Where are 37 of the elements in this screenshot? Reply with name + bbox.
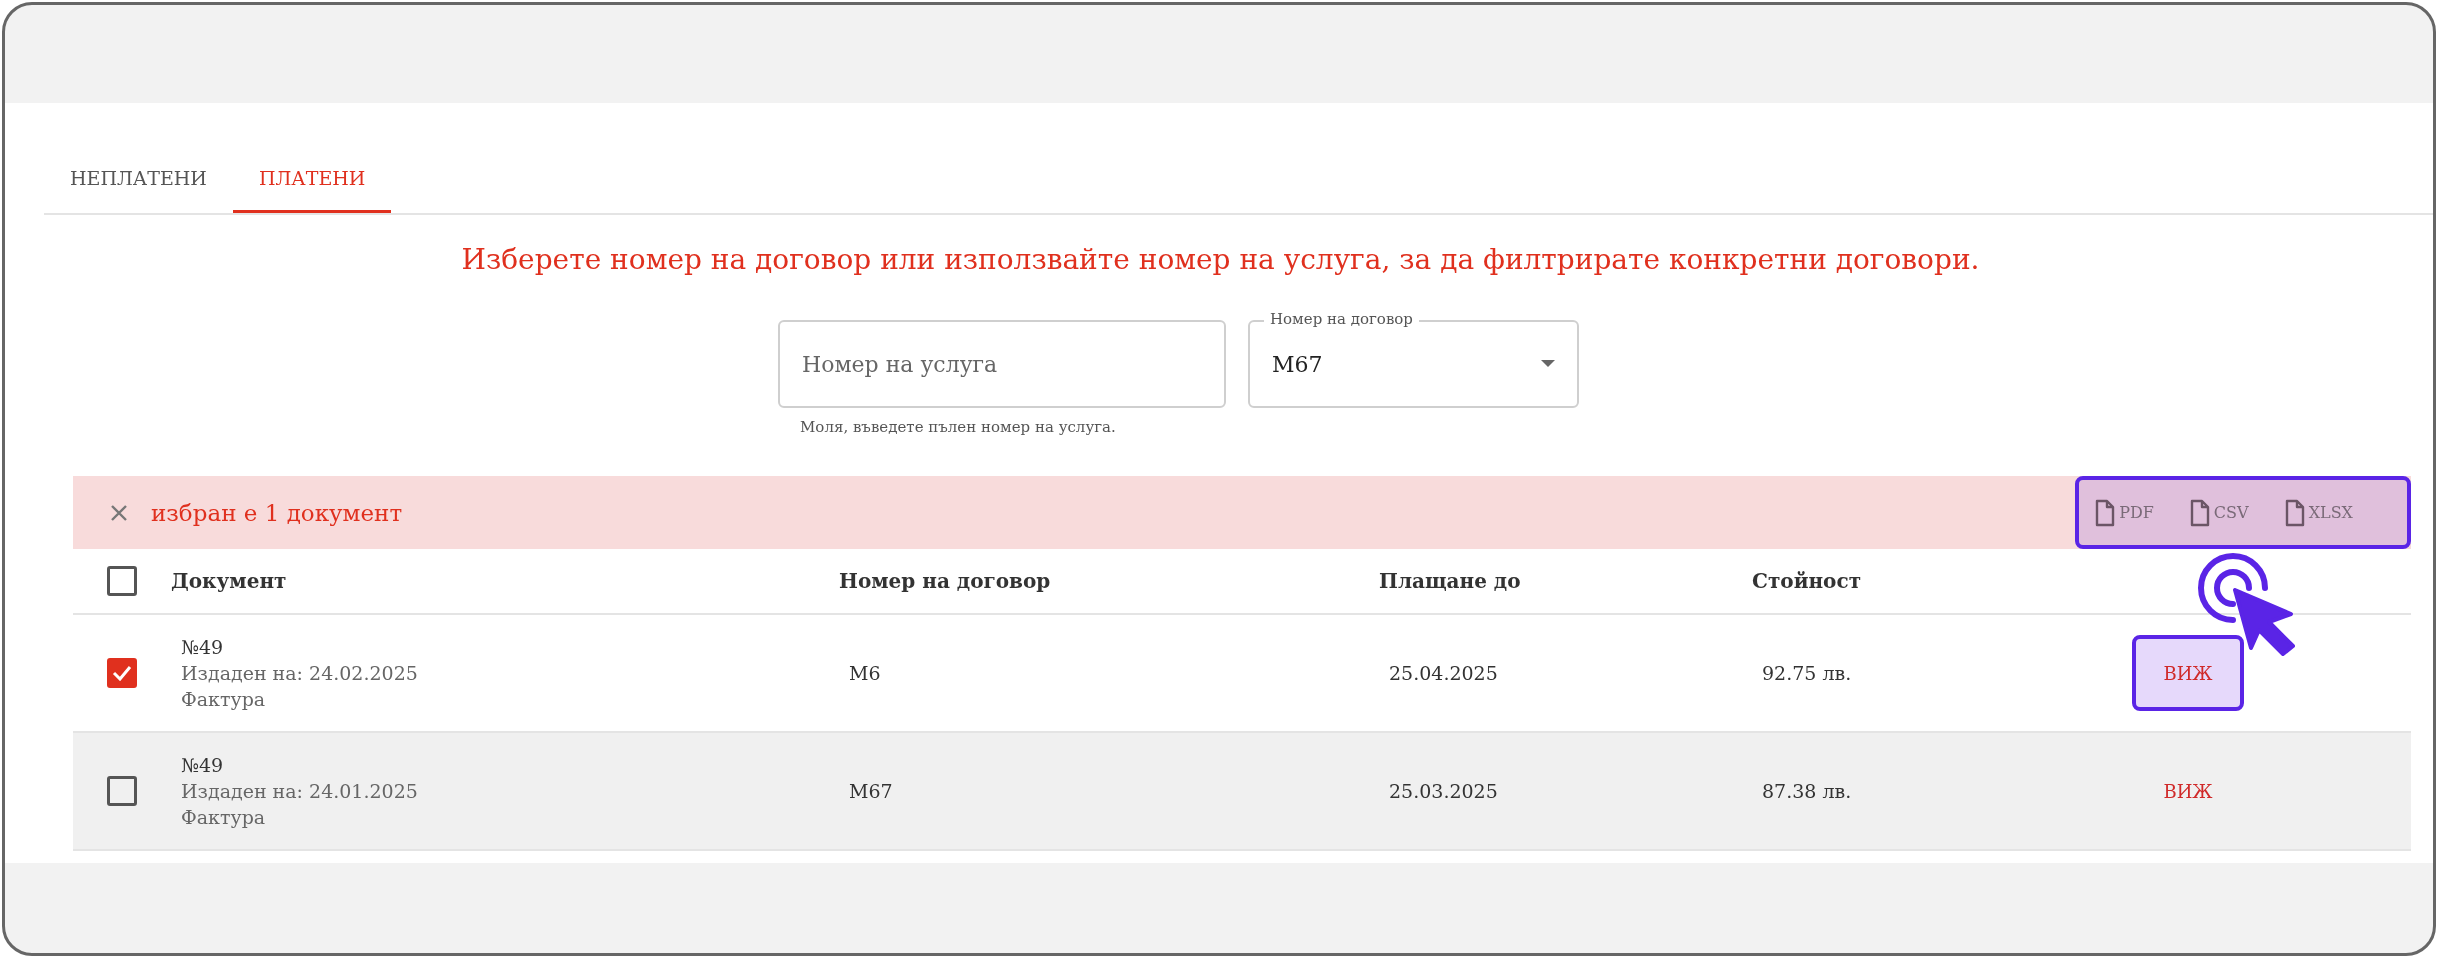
table-cell: М67 bbox=[849, 780, 893, 802]
table-cell: 92.75 лв. bbox=[1762, 662, 1852, 684]
selected-value: М67 bbox=[1272, 351, 1324, 377]
view-button[interactable]: ВИЖ bbox=[2132, 635, 2244, 711]
tab[interactable]: ПЛАТЕНИ bbox=[232, 145, 392, 213]
column-header: Номер на договор bbox=[839, 569, 1052, 593]
table-cell: М6 bbox=[849, 662, 881, 684]
table-cell: 25.03.2025 bbox=[1389, 780, 1498, 802]
view-button[interactable]: ВИЖ bbox=[2132, 753, 2244, 829]
column-header: Плащане до bbox=[1379, 569, 1522, 593]
tab[interactable]: НЕПЛАТЕНИ bbox=[44, 145, 233, 213]
caret-icon bbox=[1541, 360, 1555, 368]
export-button[interactable]: CSV bbox=[2189, 498, 2249, 527]
check-icon bbox=[112, 665, 132, 681]
table-cell: 25.04.2025 bbox=[1389, 662, 1498, 684]
issue-date: Издаден на: 24.02.2025 bbox=[181, 662, 418, 684]
file-icon bbox=[2189, 498, 2210, 527]
selection-count-text: избран е 1 документ bbox=[151, 499, 404, 526]
export-button[interactable]: PDF bbox=[2095, 498, 2154, 527]
row-checkbox[interactable] bbox=[107, 776, 137, 806]
document-number: №49 bbox=[181, 636, 224, 658]
select-all-checkbox[interactable] bbox=[107, 566, 137, 596]
issue-date: Издаден на: 24.01.2025 bbox=[181, 780, 418, 802]
column-header: Стойност bbox=[1752, 569, 1863, 593]
helper-text: Моля, въведете пълен номер на услуга. bbox=[800, 418, 1116, 436]
export-button[interactable]: XLSX bbox=[2284, 498, 2353, 527]
document-type: Фактура bbox=[181, 688, 266, 710]
row-checkbox[interactable] bbox=[107, 658, 137, 688]
close-icon[interactable] bbox=[109, 502, 129, 523]
document-type: Фактура bbox=[181, 806, 266, 828]
document-number: №49 bbox=[181, 754, 224, 776]
service-number-field[interactable]: Номер на услуга bbox=[778, 320, 1226, 408]
table-cell: 87.38 лв. bbox=[1762, 780, 1852, 802]
file-icon bbox=[2095, 498, 2116, 527]
file-icon bbox=[2284, 498, 2305, 527]
column-header: Документ bbox=[171, 569, 288, 593]
instruction-text: Изберете номер на договор или използвайте номер на услуга, за да филтрирате конкретни договори. bbox=[460, 243, 1981, 276]
